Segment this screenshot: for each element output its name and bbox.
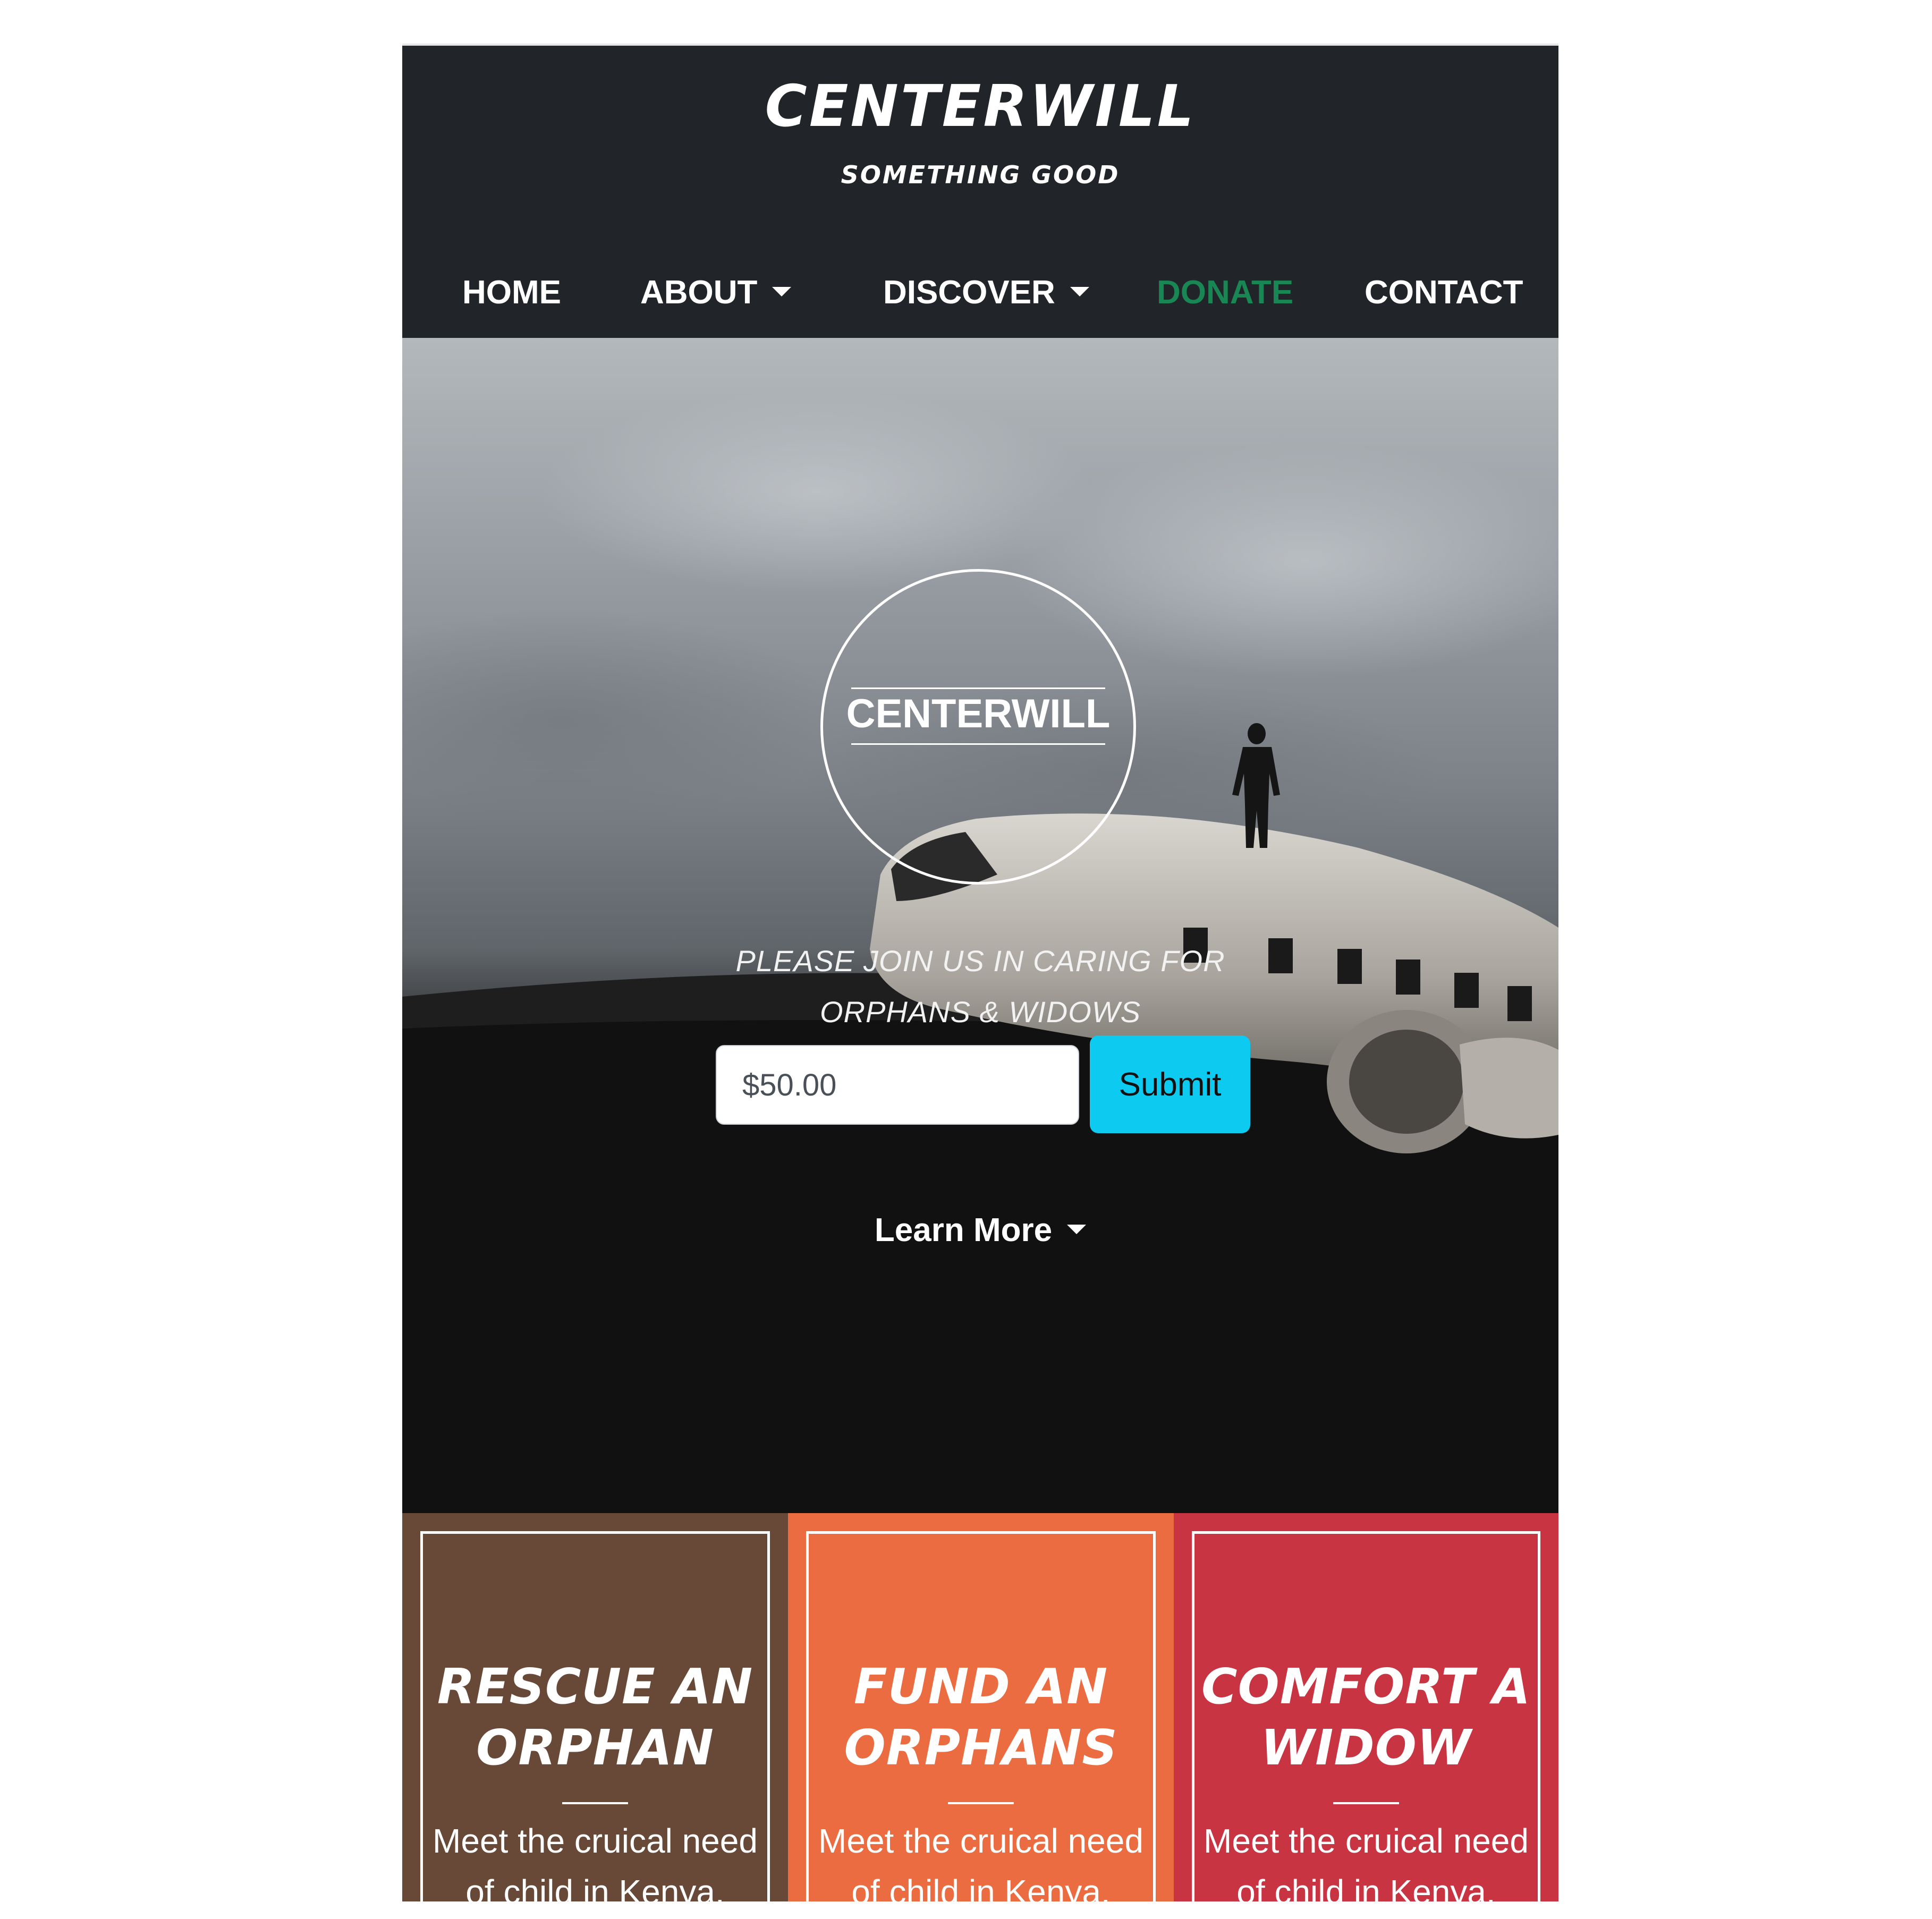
feature-cards: RESCUE AN ORPHAN Meet the cruical need o… <box>402 1513 1558 1901</box>
card-title: FUND AN ORPHANS <box>809 1656 1153 1778</box>
card-text: Meet the cruical need of child in Kenya. <box>1194 1815 1538 1901</box>
nav-item-label: DISCOVER <box>883 274 1055 311</box>
nav-item-donate[interactable]: DONATE <box>1157 261 1293 325</box>
card-fund-orphans[interactable]: FUND AN ORPHANS Meet the cruical need of… <box>788 1513 1174 1901</box>
nav-item-label: CONTACT <box>1365 274 1523 311</box>
donation-form: Submit <box>716 1035 1250 1136</box>
learn-more-label: Learn More <box>874 1212 1053 1249</box>
site-brand[interactable]: CENTERWILL <box>402 67 1558 147</box>
nav-item-about[interactable]: ABOUT <box>640 261 792 325</box>
card-title-line: ORPHAN <box>476 1719 714 1776</box>
card-title: COMFORT A WIDOW <box>1194 1656 1538 1778</box>
nav-item-contact[interactable]: CONTACT <box>1365 261 1523 325</box>
nav-item-discover[interactable]: DISCOVER <box>883 261 1089 325</box>
learn-more-link[interactable]: Learn More <box>402 1204 1558 1257</box>
page-frame: CENTERWILL SOMETHING GOOD HOME ABOUT DIS… <box>402 46 1558 1901</box>
card-comfort-widow[interactable]: COMFORT A WIDOW Meet the cruical need of… <box>1174 1513 1558 1901</box>
hero-section: CENTERWILL PLEASE JOIN US IN CARING FOR … <box>402 338 1558 1513</box>
site-header: CENTERWILL SOMETHING GOOD HOME ABOUT DIS… <box>402 46 1558 338</box>
card-text-line: Meet the cruical need <box>818 1822 1143 1860</box>
card-divider <box>948 1802 1014 1804</box>
card-text-line: Meet the cruical need <box>433 1822 758 1860</box>
card-border: COMFORT A WIDOW Meet the cruical need of… <box>1192 1531 1540 1901</box>
donation-amount-input[interactable] <box>716 1045 1079 1125</box>
nav-item-label: HOME <box>462 274 561 311</box>
nav-item-label: DONATE <box>1157 274 1294 311</box>
site-tagline: SOMETHING GOOD <box>841 160 1120 189</box>
card-text-line: of child in Kenya. <box>1236 1873 1496 1901</box>
caret-down-icon <box>1067 1224 1087 1234</box>
card-text-line: Meet the cruical need <box>1204 1822 1529 1860</box>
card-divider <box>1333 1802 1399 1804</box>
emblem-title: CENTERWILL <box>846 691 1111 736</box>
card-text: Meet the cruical need of child in Kenya. <box>423 1815 767 1901</box>
card-text-line: of child in Kenya. <box>465 1873 725 1901</box>
card-title-line: WIDOW <box>1260 1719 1472 1776</box>
card-title-line: RESCUE AN <box>437 1658 753 1715</box>
card-title-line: FUND AN <box>853 1658 1108 1715</box>
hero-subtitle-line: PLEASE JOIN US IN CARING FOR <box>735 944 1225 978</box>
nav-item-home[interactable]: HOME <box>462 261 561 325</box>
card-rescue-orphan[interactable]: RESCUE AN ORPHAN Meet the cruical need o… <box>402 1513 788 1901</box>
card-border: RESCUE AN ORPHAN Meet the cruical need o… <box>420 1531 770 1901</box>
hero-emblem: CENTERWILL <box>820 569 1136 885</box>
caret-down-icon <box>1070 286 1089 296</box>
card-title-line: COMFORT A <box>1201 1658 1531 1715</box>
main-nav: HOME ABOUT DISCOVER DONATE CONTACT <box>402 261 1558 325</box>
card-border: FUND AN ORPHANS Meet the cruical need of… <box>806 1531 1156 1901</box>
card-title-line: ORPHANS <box>844 1719 1118 1776</box>
submit-button[interactable]: Submit <box>1090 1035 1250 1133</box>
hero-background-image <box>402 391 1558 1513</box>
card-text: Meet the cruical need of child in Kenya. <box>809 1815 1153 1901</box>
hero-subtitle: PLEASE JOIN US IN CARING FOR ORPHANS & W… <box>662 936 1299 1038</box>
emblem-bottom-rule <box>851 743 1105 745</box>
card-text-line: of child in Kenya. <box>851 1873 1111 1901</box>
card-title: RESCUE AN ORPHAN <box>423 1656 767 1778</box>
card-divider <box>562 1802 628 1804</box>
caret-down-icon <box>772 286 792 296</box>
nav-item-label: ABOUT <box>640 274 758 311</box>
hero-subtitle-line: ORPHANS & WIDOWS <box>819 995 1141 1029</box>
